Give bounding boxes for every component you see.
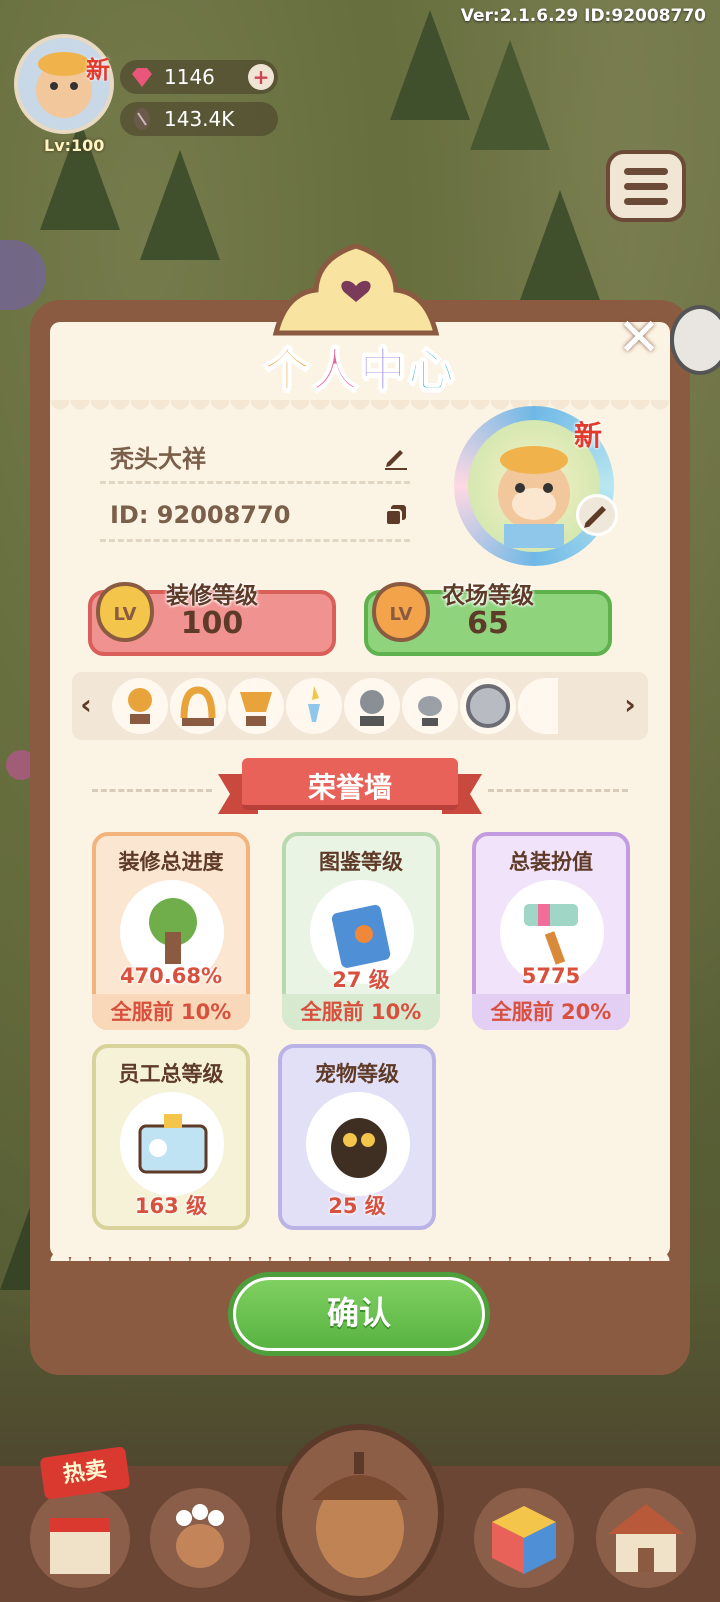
owl-pet-icon xyxy=(331,1118,387,1178)
card-title: 图鉴等级 xyxy=(319,850,403,874)
chevron-right-icon[interactable]: › xyxy=(618,688,642,724)
collection-level-card[interactable]: 图鉴等级 27 级 全服前 10% xyxy=(282,832,440,1030)
card-value: 470.68% xyxy=(119,964,223,988)
svg-text:LV: LV xyxy=(390,604,413,625)
trophy-icon[interactable] xyxy=(228,678,284,734)
gem-amount: 1146 xyxy=(164,65,215,89)
id-row: ID: 92008770 xyxy=(100,490,410,542)
staff-level-card[interactable]: 员工总等级 163 级 xyxy=(92,1044,250,1230)
book-icon xyxy=(331,904,391,968)
card-value: 25 级 xyxy=(328,1194,386,1218)
trophy-carousel: ‹ › xyxy=(72,672,648,740)
version-label: Ver:2.1.6.29 ID:92008770 xyxy=(460,6,706,26)
honor-wall-title: 荣誉墙 xyxy=(307,771,392,804)
trophy-icon[interactable] xyxy=(286,678,342,734)
edit-name-icon[interactable] xyxy=(382,443,410,471)
card-title: 总装扮值 xyxy=(509,850,593,874)
trophy-icon[interactable] xyxy=(402,678,458,734)
profile-avatar[interactable]: 新 xyxy=(440,390,640,580)
divider xyxy=(92,789,212,792)
card-rank: 全服前 20% xyxy=(472,994,630,1030)
cube-button[interactable] xyxy=(474,1488,574,1588)
paw-icon xyxy=(176,1504,224,1568)
menu-icon xyxy=(624,168,668,175)
id-card-icon xyxy=(138,1114,208,1174)
card-value: 27 级 xyxy=(332,968,390,992)
card-title: 员工总等级 xyxy=(118,1062,224,1086)
player-id-text: ID: 92008770 xyxy=(110,500,291,529)
player-avatar[interactable]: 新 Lv:100 xyxy=(8,30,128,155)
trophy-icon[interactable] xyxy=(170,678,226,734)
copy-id-icon[interactable] xyxy=(382,501,410,529)
confirm-button[interactable]: 确认 xyxy=(228,1272,490,1356)
seed-counter: 143.4K xyxy=(120,102,278,136)
card-value: 5775 xyxy=(521,964,581,988)
new-badge: 新 xyxy=(574,419,603,452)
menu-button[interactable] xyxy=(606,150,686,222)
cube-icon xyxy=(492,1506,556,1574)
card-title: 宠物等级 xyxy=(315,1062,399,1086)
hamster-paw-button[interactable] xyxy=(150,1488,250,1588)
edit-avatar-icon[interactable] xyxy=(576,494,618,536)
shop-button[interactable] xyxy=(30,1488,130,1588)
level-badge-icon: LV xyxy=(371,581,431,643)
close-icon[interactable]: ✕ xyxy=(612,312,666,366)
nickname-row: 秃头大祥 xyxy=(100,432,410,484)
confirm-label: 确认 xyxy=(233,1277,485,1351)
trophy-icon[interactable] xyxy=(344,678,400,734)
seed-icon xyxy=(134,108,150,130)
svg-text:LV: LV xyxy=(114,604,137,625)
nickname-text: 秃头大祥 xyxy=(110,445,206,473)
house-icon xyxy=(608,1504,684,1572)
player-level: Lv:100 xyxy=(44,136,105,155)
add-gems-button[interactable]: + xyxy=(248,64,274,90)
gem-counter: 1146 + xyxy=(120,60,278,94)
card-title: 装修总进度 xyxy=(118,850,224,874)
card-rank: 全服前 10% xyxy=(282,994,440,1030)
tree-icon xyxy=(149,898,197,964)
outfit-value-card[interactable]: 总装扮值 5775 全服前 20% xyxy=(472,832,630,1030)
seed-amount: 143.4K xyxy=(164,107,235,131)
paint-roller-icon xyxy=(524,904,578,965)
acorn-main-button[interactable] xyxy=(276,1424,444,1602)
honor-wall-ribbon: 荣誉墙 xyxy=(218,758,482,818)
trophy-icon[interactable] xyxy=(112,678,168,734)
trophy-icon[interactable] xyxy=(518,678,558,734)
card-rank: 全服前 10% xyxy=(92,994,250,1030)
chevron-left-icon[interactable]: ‹ xyxy=(74,688,98,724)
page-title: 个人中心 xyxy=(263,342,456,398)
decor-progress-card[interactable]: 装修总进度 470.68% 全服前 10% xyxy=(92,832,250,1030)
divider xyxy=(488,789,628,792)
shop-icon xyxy=(50,1518,110,1574)
card-value: 163 级 xyxy=(134,1194,208,1218)
pet-level-card[interactable]: 宠物等级 25 级 xyxy=(278,1044,436,1230)
medal-icon[interactable] xyxy=(460,678,516,734)
heart-crest-icon xyxy=(272,243,440,336)
home-button[interactable] xyxy=(596,1488,696,1588)
gem-icon xyxy=(132,68,152,87)
new-badge: 新 xyxy=(86,56,110,84)
level-badge-icon: LV xyxy=(95,581,155,643)
acorn-icon xyxy=(312,1452,408,1578)
